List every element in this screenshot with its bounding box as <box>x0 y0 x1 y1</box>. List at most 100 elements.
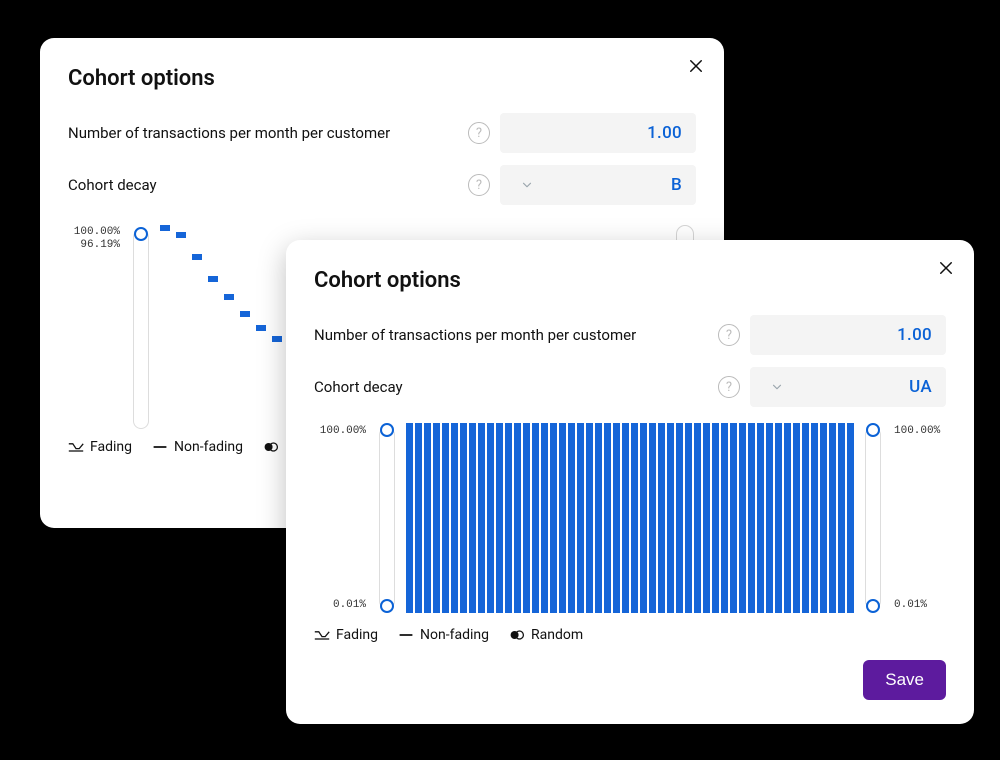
fading-icon <box>314 628 330 642</box>
bar <box>811 423 818 613</box>
bar <box>838 423 845 613</box>
transactions-row: Number of transactions per month per cus… <box>314 315 946 355</box>
bar <box>604 423 611 613</box>
bar <box>406 423 413 613</box>
transactions-field[interactable]: 1.00 <box>500 113 696 153</box>
bar <box>676 423 683 613</box>
y-labels-left: 100.00% 0.01% <box>314 423 372 613</box>
legend-fading-label: Fading <box>90 439 132 455</box>
slider-handle-bottom[interactable] <box>380 599 394 613</box>
bar-series <box>402 423 858 613</box>
bar <box>685 423 692 613</box>
bar <box>451 423 458 613</box>
bar <box>847 423 854 613</box>
decay-value: B <box>671 175 682 195</box>
y-top: 100.00% <box>68 227 120 239</box>
y-bottom: 0.01% <box>894 599 946 611</box>
transactions-label: Number of transactions per month per cus… <box>314 326 718 344</box>
decay-value: UA <box>909 377 932 397</box>
bar <box>631 423 638 613</box>
y-labels-right: 100.00% 0.01% <box>888 423 946 613</box>
help-icon[interactable]: ? <box>718 324 740 346</box>
legend-fading-label: Fading <box>336 627 378 643</box>
nonfading-icon <box>152 440 168 454</box>
decay-tick <box>224 294 234 300</box>
random-icon <box>263 440 279 454</box>
right-slider[interactable] <box>862 423 884 613</box>
bar <box>793 423 800 613</box>
decay-tick <box>160 225 170 231</box>
help-icon[interactable]: ? <box>468 122 490 144</box>
slider-handle-top[interactable] <box>380 423 394 437</box>
decay-select[interactable]: UA <box>750 367 946 407</box>
decay-tick <box>192 254 202 260</box>
bar <box>658 423 665 613</box>
bar <box>757 423 764 613</box>
legend-nonfading-label: Non-fading <box>420 627 489 643</box>
bar <box>829 423 836 613</box>
bar <box>667 423 674 613</box>
transactions-row: Number of transactions per month per cus… <box>68 113 696 153</box>
decay-tick <box>176 232 186 238</box>
legend-item-nonfading[interactable]: Non-fading <box>398 627 489 643</box>
save-button[interactable]: Save <box>863 660 946 700</box>
bar <box>514 423 521 613</box>
bar <box>649 423 656 613</box>
bar <box>622 423 629 613</box>
transactions-field[interactable]: 1.00 <box>750 315 946 355</box>
fading-icon <box>68 440 84 454</box>
bar <box>613 423 620 613</box>
y-bottom: 0.01% <box>314 599 366 611</box>
legend-item-fading[interactable]: Fading <box>68 439 132 455</box>
left-slider[interactable] <box>130 225 152 425</box>
bar <box>496 423 503 613</box>
slider-handle-bottom[interactable] <box>866 599 880 613</box>
legend-nonfading-label: Non-fading <box>174 439 243 455</box>
legend-item-fading[interactable]: Fading <box>314 627 378 643</box>
bar <box>568 423 575 613</box>
bar <box>748 423 755 613</box>
bar <box>730 423 737 613</box>
chart-legend: Fading Non-fading Random <box>314 627 946 643</box>
slider-handle-top[interactable] <box>134 227 148 241</box>
bar <box>424 423 431 613</box>
bar <box>559 423 566 613</box>
slider-handle-top[interactable] <box>866 423 880 437</box>
bar <box>532 423 539 613</box>
bar <box>712 423 719 613</box>
help-icon[interactable]: ? <box>468 174 490 196</box>
decay-select[interactable]: B <box>500 165 696 205</box>
transactions-value: 1.00 <box>897 325 932 345</box>
legend-item-nonfading[interactable]: Non-fading <box>152 439 243 455</box>
decay-chart-b: 100.00% 0.01% 100.00% 0.01% <box>314 423 946 613</box>
bar <box>739 423 746 613</box>
bar <box>802 423 809 613</box>
bar <box>820 423 827 613</box>
bar <box>415 423 422 613</box>
bar <box>784 423 791 613</box>
left-slider[interactable] <box>376 423 398 613</box>
bar <box>721 423 728 613</box>
bar <box>586 423 593 613</box>
legend-item-random[interactable]: Random <box>509 627 583 643</box>
decay-label: Cohort decay <box>314 378 718 396</box>
y-top: 100.00% <box>894 425 946 437</box>
decay-tick <box>272 336 282 342</box>
decay-tick <box>240 311 250 317</box>
y-labels-left: 100.00% 96.19% <box>68 225 126 425</box>
help-icon[interactable]: ? <box>718 376 740 398</box>
bar <box>478 423 485 613</box>
bar <box>550 423 557 613</box>
bar <box>595 423 602 613</box>
close-icon[interactable] <box>684 54 708 78</box>
bar <box>577 423 584 613</box>
close-icon[interactable] <box>934 256 958 280</box>
bar <box>433 423 440 613</box>
chevron-down-icon <box>518 176 536 194</box>
bar <box>541 423 548 613</box>
y-sub: 96.19% <box>68 240 120 252</box>
bar <box>640 423 647 613</box>
bar <box>505 423 512 613</box>
bar <box>775 423 782 613</box>
transactions-value: 1.00 <box>647 123 682 143</box>
